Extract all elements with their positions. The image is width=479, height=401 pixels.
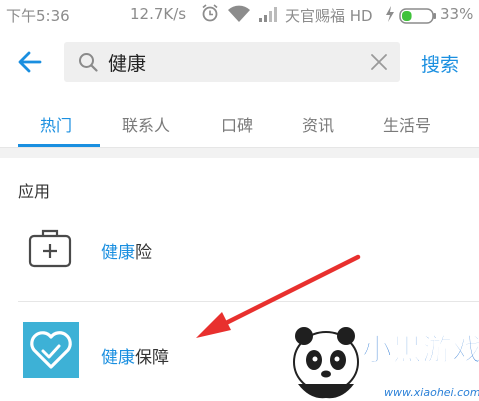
close-icon[interactable] bbox=[370, 53, 388, 71]
watermark-brand: 小黑游戏 bbox=[362, 333, 479, 368]
status-time: 下午5:36 bbox=[6, 7, 70, 25]
category-tabs: 热门 联系人 口碑 资讯 生活号 bbox=[0, 92, 479, 148]
arrow-left-icon bbox=[18, 51, 42, 73]
tab-life-accounts[interactable]: 生活号 bbox=[383, 112, 431, 136]
charging-icon bbox=[384, 5, 396, 27]
search-button[interactable]: 搜索 bbox=[421, 50, 459, 77]
search-header: 搜索 bbox=[0, 30, 479, 92]
signal-icon bbox=[258, 6, 280, 26]
watermark-logo: 小黑游戏 www.xiaohei.com bbox=[293, 327, 479, 399]
label-highlight: 健康 bbox=[101, 243, 135, 263]
label-rest: 险 bbox=[135, 243, 152, 263]
status-bar: 下午5:36 12.7K/s 天官赐福 HD 33% bbox=[0, 0, 479, 30]
section-gap bbox=[0, 148, 479, 158]
active-tab-indicator bbox=[18, 144, 100, 147]
tab-news[interactable]: 资讯 bbox=[302, 112, 334, 136]
back-button[interactable] bbox=[16, 48, 44, 76]
watermark-url: www.xiaohei.com bbox=[384, 386, 479, 399]
search-icon bbox=[79, 53, 98, 72]
heart-shield-icon bbox=[30, 331, 72, 369]
label-rest: 保障 bbox=[135, 348, 169, 368]
search-box[interactable] bbox=[64, 42, 400, 82]
app-item-label: 健康保障 bbox=[101, 343, 169, 368]
section-title: 应用 bbox=[18, 182, 51, 201]
medical-kit-icon bbox=[28, 229, 72, 268]
app-item-health-insurance[interactable]: 健康险 bbox=[0, 210, 479, 302]
alarm-icon bbox=[200, 3, 220, 27]
wifi-icon bbox=[227, 5, 251, 27]
tab-hot[interactable]: 热门 bbox=[40, 112, 72, 136]
network-speed: 12.7K/s bbox=[130, 5, 187, 23]
search-input[interactable] bbox=[108, 48, 358, 76]
app-icon-tile bbox=[23, 322, 79, 378]
label-highlight: 健康 bbox=[101, 348, 135, 368]
tab-contacts[interactable]: 联系人 bbox=[122, 112, 170, 136]
panda-mascot-icon bbox=[293, 327, 359, 399]
carrier-name: 天官赐福 HD bbox=[285, 7, 373, 25]
tab-reviews[interactable]: 口碑 bbox=[221, 112, 253, 136]
battery-icon bbox=[399, 8, 437, 28]
battery-percent: 33% bbox=[440, 5, 474, 23]
app-item-label: 健康险 bbox=[101, 238, 152, 263]
